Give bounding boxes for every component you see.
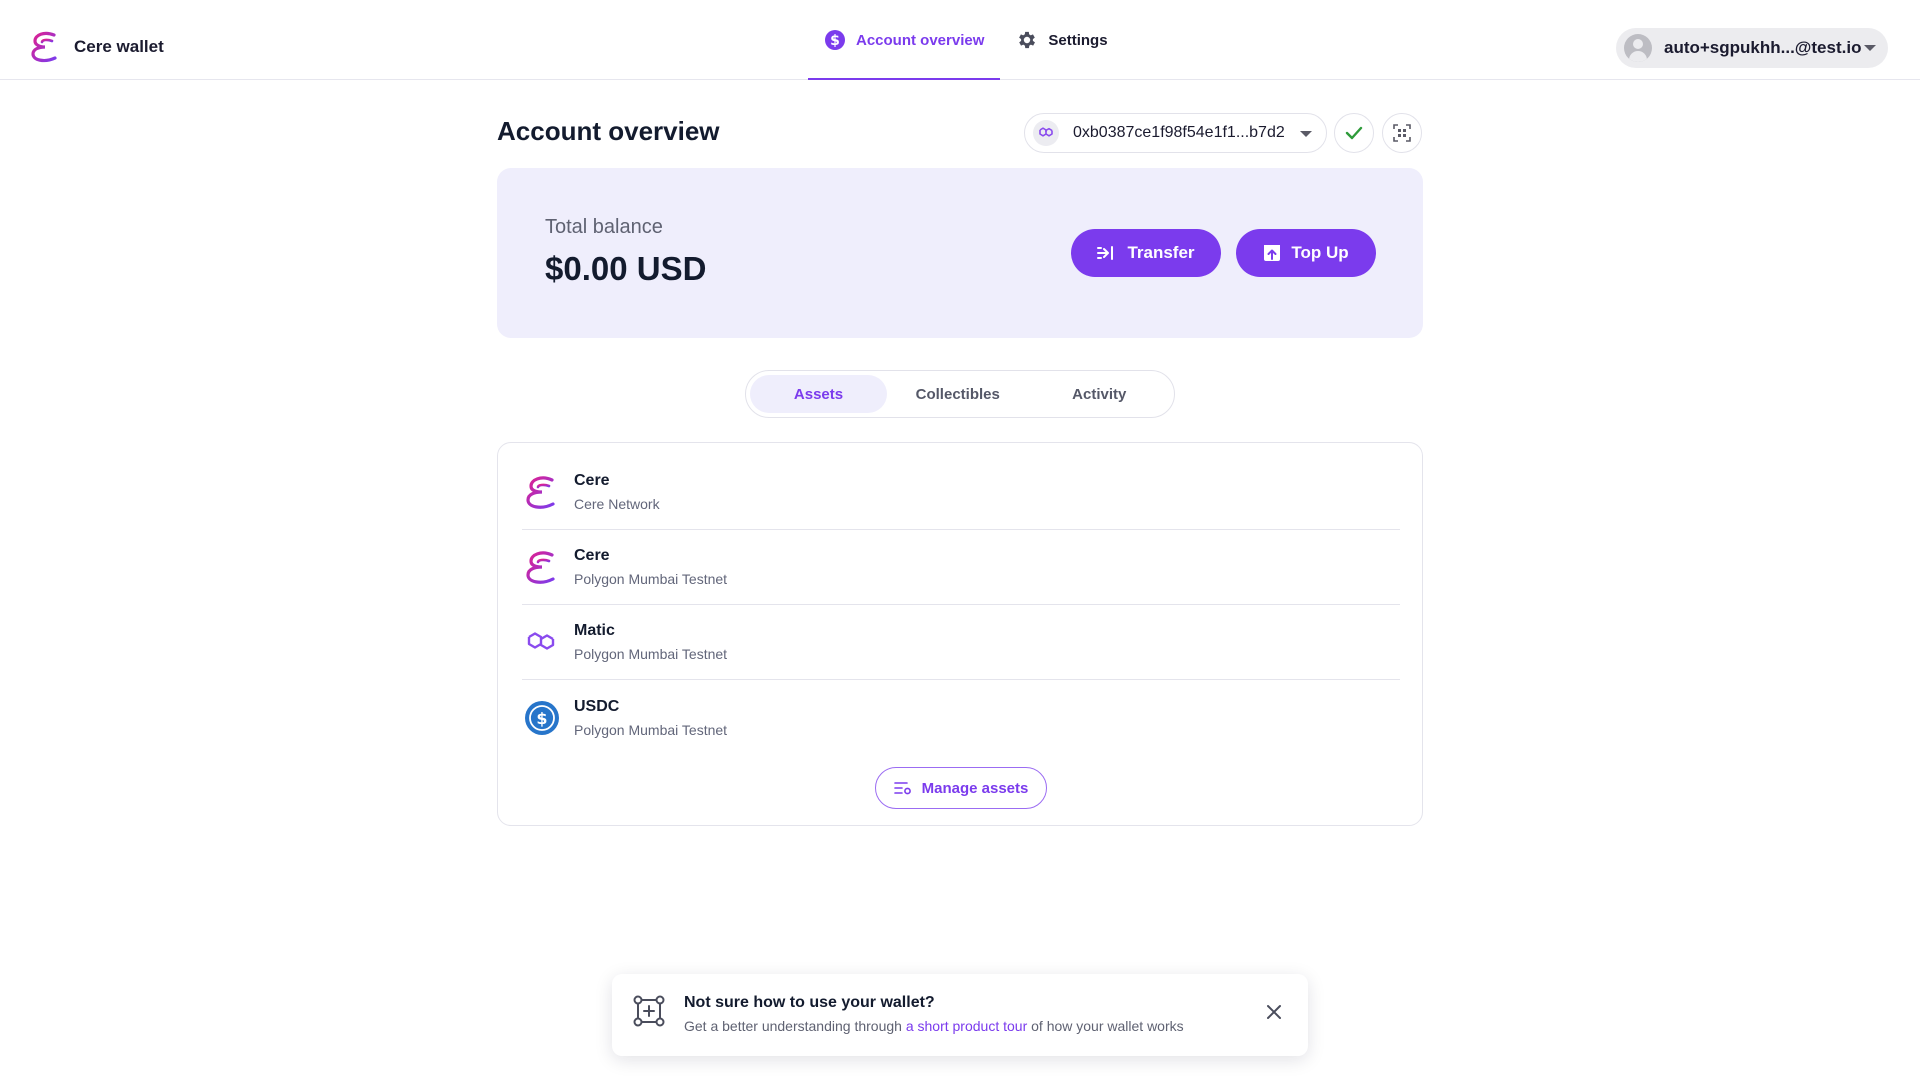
copy-address-button[interactable]	[1334, 113, 1374, 153]
total-balance-label: Total balance	[545, 216, 663, 238]
address-selector[interactable]: 0xb0387ce1f98f54e1f1...b7d2	[1024, 113, 1327, 153]
asset-network: Polygon Mumbai Testnet	[574, 646, 728, 662]
top-header: Cere wallet $ Account overview Settings …	[0, 0, 1920, 80]
asset-row[interactable]: $ USDC Polygon Mumbai Testnet	[522, 680, 1400, 755]
transfer-button[interactable]: Transfer	[1071, 229, 1221, 277]
tour-title: Not sure how to use your wallet?	[684, 994, 935, 1011]
cere-icon	[526, 476, 555, 509]
product-tour-toast: Not sure how to use your wallet? Get a b…	[612, 974, 1308, 1056]
top-up-icon	[1264, 245, 1281, 261]
dollar-circle-icon: $	[825, 30, 845, 50]
tour-body: Get a better understanding through a sho…	[684, 1018, 1184, 1034]
asset-name: Cere	[574, 472, 610, 489]
account-email: auto+sgpukhh...@test.io	[1664, 38, 1862, 57]
cere-logo-icon	[31, 31, 57, 63]
asset-network: Polygon Mumbai Testnet	[574, 571, 728, 587]
tour-body-end: of how your wallet works	[1027, 1018, 1184, 1034]
app-name: Cere wallet	[74, 37, 164, 56]
tab-settings[interactable]: Settings	[1000, 0, 1123, 80]
top-up-button[interactable]: Top Up	[1236, 229, 1376, 277]
wallet-address: 0xb0387ce1f98f54e1f1...b7d2	[1073, 124, 1285, 141]
qr-code-button[interactable]	[1382, 113, 1422, 153]
asset-network: Polygon Mumbai Testnet	[574, 721, 728, 738]
chevron-down-icon	[1864, 45, 1876, 51]
tab-account-overview-label: Account overview	[856, 31, 985, 49]
asset-network: Cere Network	[574, 496, 660, 512]
manage-assets-button[interactable]: Manage assets	[875, 767, 1047, 809]
asset-name: Matic	[574, 622, 615, 639]
product-tour-link[interactable]: a short product tour	[906, 1018, 1027, 1034]
page-title: Account overview	[497, 116, 720, 146]
total-balance-value: $0.00 USD	[545, 250, 707, 287]
transfer-button-label: Transfer	[1127, 243, 1195, 262]
tab-activity[interactable]: Activity	[1029, 375, 1171, 413]
top-up-button-label: Top Up	[1291, 243, 1349, 262]
list-settings-icon	[893, 782, 911, 795]
asset-row[interactable]: Matic Polygon Mumbai Testnet	[522, 605, 1400, 680]
close-icon[interactable]	[1264, 1002, 1284, 1022]
cere-icon	[526, 551, 555, 584]
usdc-icon: $	[525, 700, 559, 735]
asset-name: USDC	[574, 697, 620, 715]
tab-settings-label: Settings	[1048, 31, 1108, 49]
svg-text:$: $	[830, 33, 840, 49]
qr-scan-icon	[1393, 124, 1411, 142]
asset-tabs: Assets Collectibles Activity	[745, 370, 1175, 418]
asset-name: Cere	[574, 547, 610, 564]
asset-row[interactable]: Cere Polygon Mumbai Testnet	[522, 530, 1400, 605]
avatar	[1624, 34, 1652, 62]
polygon-icon	[1033, 120, 1059, 146]
gear-icon	[1019, 31, 1036, 49]
tab-assets[interactable]: Assets	[750, 375, 887, 413]
chevron-down-icon	[1300, 131, 1312, 137]
asset-row[interactable]: Cere Cere Network	[522, 455, 1400, 530]
brand[interactable]: Cere wallet	[30, 30, 164, 64]
assets-list: Cere Cere Network Cere Polygon Mumbai Te…	[497, 442, 1423, 826]
tab-account-overview[interactable]: $ Account overview	[808, 0, 1001, 80]
check-icon	[1345, 126, 1363, 140]
manage-assets-label: Manage assets	[921, 779, 1029, 797]
tab-collectibles[interactable]: Collectibles	[887, 375, 1029, 413]
svg-text:$: $	[536, 709, 547, 728]
main-nav: $ Account overview Settings	[808, 0, 1124, 80]
polygon-icon	[527, 632, 555, 650]
transfer-icon	[1097, 246, 1114, 260]
tour-body-start: Get a better understanding through	[684, 1018, 906, 1034]
tour-icon	[633, 995, 665, 1027]
account-menu-button[interactable]: auto+sgpukhh...@test.io	[1616, 28, 1888, 68]
balance-card: Total balance $0.00 USD Transfer Top Up	[497, 168, 1423, 338]
